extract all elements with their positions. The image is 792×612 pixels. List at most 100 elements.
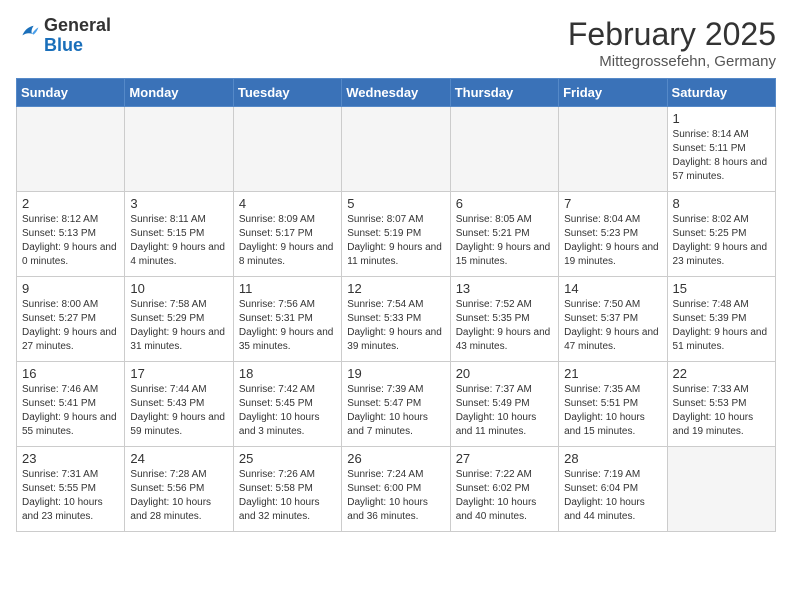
- day-info: Sunrise: 7:37 AM Sunset: 5:49 PM Dayligh…: [456, 383, 553, 439]
- calendar-cell: [559, 107, 667, 192]
- day-info: Sunrise: 7:46 AM Sunset: 5:41 PM Dayligh…: [22, 383, 119, 439]
- calendar-cell: 10 Sunrise: 7:58 AM Sunset: 5:29 PM Dayli…: [125, 277, 233, 362]
- page-header: General Blue February 2025 Mittegrossefe…: [16, 16, 776, 70]
- day-info: Sunrise: 7:35 AM Sunset: 5:51 PM Dayligh…: [564, 383, 661, 439]
- day-info: Sunrise: 7:19 AM Sunset: 6:04 PM Dayligh…: [564, 468, 661, 524]
- day-info: Sunrise: 7:42 AM Sunset: 5:45 PM Dayligh…: [239, 383, 336, 439]
- calendar-cell: 12Sunrise: 7:54 AM Sunset: 5:33 PM Dayli…: [342, 277, 450, 362]
- day-number: 20: [456, 366, 553, 381]
- day-info: Sunrise: 8:05 AM Sunset: 5:21 PM Dayligh…: [456, 213, 553, 269]
- calendar-cell: 7 Sunrise: 8:04 AM Sunset: 5:23 PM Daylig…: [559, 192, 667, 277]
- calendar-cell: 17 Sunrise: 7:44 AM Sunset: 5:43 PM Dayli…: [125, 362, 233, 447]
- weekday-header-wednesday: Wednesday: [342, 79, 450, 107]
- calendar-cell: 3 Sunrise: 8:11 AM Sunset: 5:15 PM Daylig…: [125, 192, 233, 277]
- calendar-cell: [125, 107, 233, 192]
- week-row-3: 9 Sunrise: 8:00 AM Sunset: 5:27 PM Daylig…: [17, 277, 776, 362]
- week-row-4: 16 Sunrise: 7:46 AM Sunset: 5:41 PM Dayli…: [17, 362, 776, 447]
- day-number: 11: [239, 281, 336, 296]
- day-number: 12: [347, 281, 444, 296]
- calendar-cell: 24 Sunrise: 7:28 AM Sunset: 5:56 PM Dayli…: [125, 447, 233, 532]
- day-number: 24: [130, 451, 227, 466]
- day-number: 9: [22, 281, 119, 296]
- day-info: Sunrise: 8:02 AM Sunset: 5:25 PM Dayligh…: [673, 213, 770, 269]
- day-number: 25: [239, 451, 336, 466]
- calendar-cell: 21 Sunrise: 7:35 AM Sunset: 5:51 PM Dayli…: [559, 362, 667, 447]
- calendar-cell: 19 Sunrise: 7:39 AM Sunset: 5:47 PM Dayli…: [342, 362, 450, 447]
- day-number: 28: [564, 451, 661, 466]
- calendar-cell: 6Sunrise: 8:05 AM Sunset: 5:21 PM Daylig…: [450, 192, 558, 277]
- calendar-cell: 1 Sunrise: 8:14 AM Sunset: 5:11 PM Daylig…: [667, 107, 775, 192]
- calendar-cell: 11Sunrise: 7:56 AM Sunset: 5:31 PM Dayli…: [233, 277, 341, 362]
- day-info: Sunrise: 7:50 AM Sunset: 5:37 PM Dayligh…: [564, 298, 661, 354]
- day-number: 27: [456, 451, 553, 466]
- day-number: 2: [22, 196, 119, 211]
- calendar-cell: 5 Sunrise: 8:07 AM Sunset: 5:19 PM Daylig…: [342, 192, 450, 277]
- day-number: 1: [673, 111, 770, 126]
- weekday-header-row: SundayMondayTuesdayWednesdayThursdayFrid…: [17, 79, 776, 107]
- day-info: Sunrise: 7:58 AM Sunset: 5:29 PM Dayligh…: [130, 298, 227, 354]
- weekday-header-monday: Monday: [125, 79, 233, 107]
- day-number: 7: [564, 196, 661, 211]
- day-info: Sunrise: 7:33 AM Sunset: 5:53 PM Dayligh…: [673, 383, 770, 439]
- calendar-cell: 22 Sunrise: 7:33 AM Sunset: 5:53 PM Dayli…: [667, 362, 775, 447]
- calendar-cell: 25 Sunrise: 7:26 AM Sunset: 5:58 PM Dayli…: [233, 447, 341, 532]
- calendar-cell: 13Sunrise: 7:52 AM Sunset: 5:35 PM Dayli…: [450, 277, 558, 362]
- calendar-cell: 16 Sunrise: 7:46 AM Sunset: 5:41 PM Dayli…: [17, 362, 125, 447]
- calendar-table: SundayMondayTuesdayWednesdayThursdayFrid…: [16, 78, 776, 532]
- title-block: February 2025 Mittegrossefehn, Germany: [568, 16, 776, 70]
- day-number: 15: [673, 281, 770, 296]
- day-info: Sunrise: 7:26 AM Sunset: 5:58 PM Dayligh…: [239, 468, 336, 524]
- day-number: 16: [22, 366, 119, 381]
- calendar-cell: [17, 107, 125, 192]
- week-row-2: 2 Sunrise: 8:12 AM Sunset: 5:13 PM Daylig…: [17, 192, 776, 277]
- weekday-header-sunday: Sunday: [17, 79, 125, 107]
- day-number: 3: [130, 196, 227, 211]
- day-number: 14: [564, 281, 661, 296]
- day-number: 22: [673, 366, 770, 381]
- day-info: Sunrise: 8:11 AM Sunset: 5:15 PM Dayligh…: [130, 213, 227, 269]
- day-number: 21: [564, 366, 661, 381]
- day-info: Sunrise: 8:04 AM Sunset: 5:23 PM Dayligh…: [564, 213, 661, 269]
- calendar-cell: 8 Sunrise: 8:02 AM Sunset: 5:25 PM Daylig…: [667, 192, 775, 277]
- day-info: Sunrise: 7:44 AM Sunset: 5:43 PM Dayligh…: [130, 383, 227, 439]
- weekday-header-thursday: Thursday: [450, 79, 558, 107]
- day-info: Sunrise: 8:00 AM Sunset: 5:27 PM Dayligh…: [22, 298, 119, 354]
- calendar-cell: [667, 447, 775, 532]
- day-number: 23: [22, 451, 119, 466]
- weekday-header-saturday: Saturday: [667, 79, 775, 107]
- day-number: 8: [673, 196, 770, 211]
- calendar-cell: 27 Sunrise: 7:22 AM Sunset: 6:02 PM Dayli…: [450, 447, 558, 532]
- day-info: Sunrise: 7:28 AM Sunset: 5:56 PM Dayligh…: [130, 468, 227, 524]
- day-info: Sunrise: 8:12 AM Sunset: 5:13 PM Dayligh…: [22, 213, 119, 269]
- calendar-cell: 26Sunrise: 7:24 AM Sunset: 6:00 PM Dayli…: [342, 447, 450, 532]
- calendar-cell: [342, 107, 450, 192]
- day-number: 17: [130, 366, 227, 381]
- day-info: Sunrise: 7:39 AM Sunset: 5:47 PM Dayligh…: [347, 383, 444, 439]
- calendar-cell: [450, 107, 558, 192]
- day-info: Sunrise: 8:07 AM Sunset: 5:19 PM Dayligh…: [347, 213, 444, 269]
- calendar-cell: 15 Sunrise: 7:48 AM Sunset: 5:39 PM Dayli…: [667, 277, 775, 362]
- location-subtitle: Mittegrossefehn, Germany: [568, 53, 776, 70]
- day-info: Sunrise: 7:48 AM Sunset: 5:39 PM Dayligh…: [673, 298, 770, 354]
- day-number: 18: [239, 366, 336, 381]
- calendar-cell: 2 Sunrise: 8:12 AM Sunset: 5:13 PM Daylig…: [17, 192, 125, 277]
- day-number: 5: [347, 196, 444, 211]
- day-info: Sunrise: 7:22 AM Sunset: 6:02 PM Dayligh…: [456, 468, 553, 524]
- weekday-header-friday: Friday: [559, 79, 667, 107]
- calendar-cell: 20 Sunrise: 7:37 AM Sunset: 5:49 PM Dayli…: [450, 362, 558, 447]
- calendar-cell: 23Sunrise: 7:31 AM Sunset: 5:55 PM Dayli…: [17, 447, 125, 532]
- month-year-title: February 2025: [568, 16, 776, 53]
- day-info: Sunrise: 8:09 AM Sunset: 5:17 PM Dayligh…: [239, 213, 336, 269]
- logo: General Blue: [16, 16, 111, 56]
- day-number: 10: [130, 281, 227, 296]
- day-info: Sunrise: 8:14 AM Sunset: 5:11 PM Dayligh…: [673, 128, 770, 184]
- day-info: Sunrise: 7:24 AM Sunset: 6:00 PM Dayligh…: [347, 468, 444, 524]
- calendar-cell: 18 Sunrise: 7:42 AM Sunset: 5:45 PM Dayli…: [233, 362, 341, 447]
- week-row-1: 1 Sunrise: 8:14 AM Sunset: 5:11 PM Daylig…: [17, 107, 776, 192]
- logo-text: General Blue: [44, 16, 111, 56]
- week-row-5: 23Sunrise: 7:31 AM Sunset: 5:55 PM Dayli…: [17, 447, 776, 532]
- day-number: 13: [456, 281, 553, 296]
- calendar-cell: 28 Sunrise: 7:19 AM Sunset: 6:04 PM Dayli…: [559, 447, 667, 532]
- day-number: 19: [347, 366, 444, 381]
- calendar-cell: [233, 107, 341, 192]
